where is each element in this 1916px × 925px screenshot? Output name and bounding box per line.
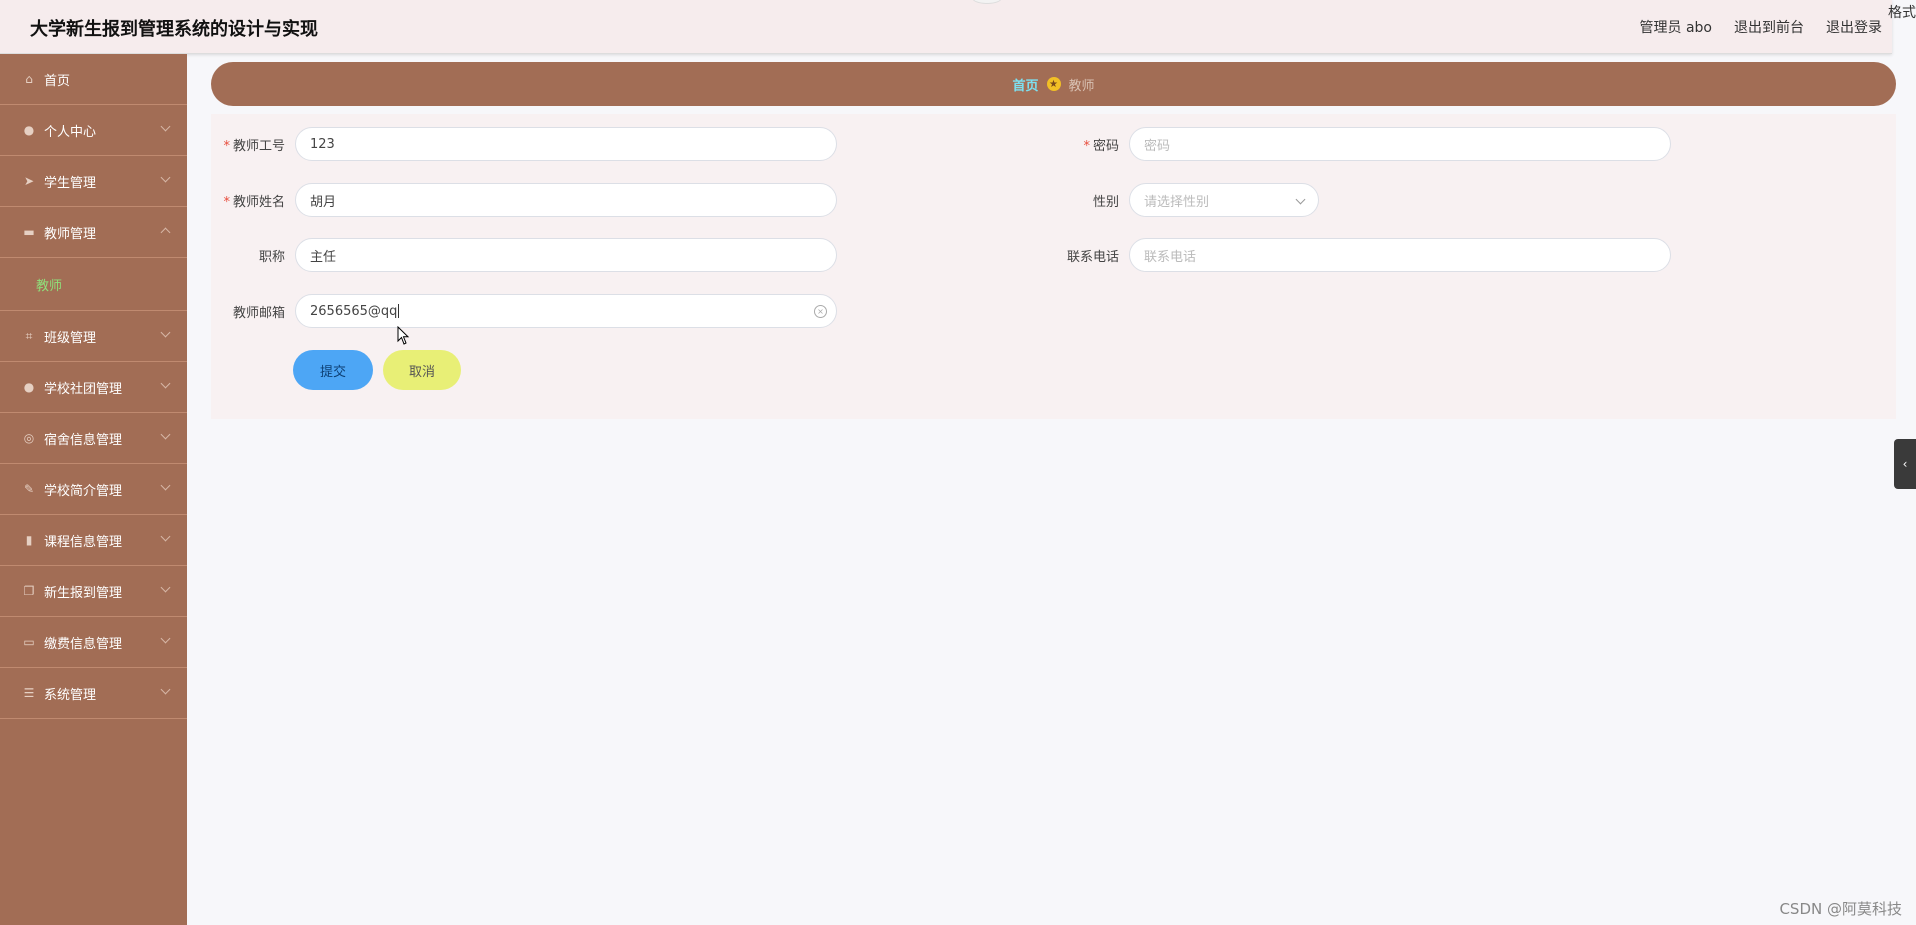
form-row-phone: 联系电话 联系电话 <box>1045 238 1671 272</box>
chevron-down-icon <box>160 172 171 183</box>
teacher-id-input[interactable]: 123 <box>295 127 837 161</box>
chevron-down-icon <box>160 429 171 440</box>
edge-text: 格式 <box>1888 5 1916 21</box>
chevron-down-icon <box>1295 194 1306 205</box>
gender-select-placeholder: 请选择性别 <box>1144 194 1210 210</box>
sidebar-item-label: 学校简介管理 <box>44 483 123 499</box>
sidebar-item-label: 学校社团管理 <box>44 381 123 397</box>
copy-icon: ❐ <box>23 584 35 598</box>
breadcrumb: 首页 ★ 教师 <box>211 62 1896 106</box>
sidebar: ⌂ 首页 ● 个人中心 ➤ 学生管理 ▬ 教师管理 教师 ⌗ 班级管理 ● 学校… <box>0 54 187 925</box>
title-label: 职称 <box>258 249 285 265</box>
top-bar: 大学新生报到管理系统的设计与实现 管理员 abo 退出到前台 退出登录 <box>0 0 1892 54</box>
top-indicator <box>972 0 1002 4</box>
sidebar-item-profile[interactable]: ● 个人中心 <box>0 105 187 156</box>
breadcrumb-current: 教师 <box>1068 78 1095 94</box>
compass-icon: ◎ <box>23 431 35 445</box>
send-icon: ➤ <box>23 174 35 188</box>
chevron-down-icon <box>160 684 171 695</box>
sidebar-item-label: 教师管理 <box>44 226 97 242</box>
form-row-password: * 密码 密码 <box>1045 127 1671 161</box>
chevron-down-icon <box>160 633 171 644</box>
sidebar-item-label: 学生管理 <box>44 175 97 191</box>
sidebar-item-label: 课程信息管理 <box>44 534 123 550</box>
sidebar-item-system[interactable]: ☰ 系统管理 <box>0 668 187 719</box>
password-input[interactable]: 密码 <box>1129 127 1671 161</box>
email-label: 教师邮箱 <box>232 305 285 321</box>
exit-to-front-link[interactable]: 退出到前台 <box>1734 17 1804 37</box>
sidebar-item-label: 首页 <box>44 73 71 89</box>
sidebar-item-students[interactable]: ➤ 学生管理 <box>0 156 187 207</box>
password-label: * 密码 <box>1083 138 1119 154</box>
user-icon: ● <box>23 123 35 137</box>
clear-icon[interactable]: × <box>814 305 827 318</box>
form-row-gender: 性别 请选择性别 <box>1045 183 1319 217</box>
gender-select[interactable]: 请选择性别 <box>1129 183 1319 217</box>
sidebar-item-fees[interactable]: ▭ 缴费信息管理 <box>0 617 187 668</box>
form-row-teacher-name: * 教师姓名 胡月 <box>211 183 837 217</box>
chevron-left-icon: ‹ <box>1902 457 1908 471</box>
submit-button[interactable]: 提交 <box>293 350 373 390</box>
cancel-button[interactable]: 取消 <box>383 350 461 390</box>
breadcrumb-home[interactable]: 首页 <box>1012 75 1038 94</box>
paint-icon: ✎ <box>23 482 35 496</box>
watermark: CSDN @阿莫科技 <box>1779 900 1902 918</box>
sidebar-item-label: 宿舍信息管理 <box>44 432 123 448</box>
teacher-id-label: * 教师工号 <box>223 138 285 154</box>
gender-label: 性别 <box>1092 194 1119 210</box>
sidebar-item-dorms[interactable]: ◎ 宿舍信息管理 <box>0 413 187 464</box>
sidebar-item-teachers[interactable]: ▬ 教师管理 <box>0 207 187 258</box>
chevron-down-icon <box>160 327 171 338</box>
title-input[interactable]: 主任 <box>295 238 837 272</box>
user-icon: ● <box>23 380 35 394</box>
app-title: 大学新生报到管理系统的设计与实现 <box>30 19 318 40</box>
panel-collapse-tab[interactable]: ‹ <box>1894 439 1916 489</box>
sidebar-item-label: 系统管理 <box>44 687 97 703</box>
star-icon: ★ <box>1046 77 1061 91</box>
monitor-icon: ▭ <box>23 635 35 649</box>
chevron-down-icon <box>160 378 171 389</box>
sidebar-item-courses[interactable]: ▮ 课程信息管理 <box>0 515 187 566</box>
form-row-email: 教师邮箱 2656565@qq × <box>211 294 837 328</box>
sidebar-item-clubs[interactable]: ● 学校社团管理 <box>0 362 187 413</box>
teacher-name-label: * 教师姓名 <box>223 194 285 210</box>
admin-username[interactable]: 管理员 abo <box>1640 17 1712 37</box>
teacher-form: * 教师工号 123 * 密码 密码 * 教师姓名 胡月 性别 请选择性别 职称 主任… <box>211 114 1896 419</box>
sidebar-item-classes[interactable]: ⌗ 班级管理 <box>0 311 187 362</box>
chevron-down-icon <box>160 582 171 593</box>
email-input[interactable]: 2656565@qq × <box>295 294 837 328</box>
sidebar-item-label: 新生报到管理 <box>44 585 123 601</box>
teacher-name-input[interactable]: 胡月 <box>295 183 837 217</box>
sidebar-item-label: 缴费信息管理 <box>44 636 123 652</box>
sidebar-subitem-teacher[interactable]: 教师 <box>0 258 187 311</box>
phone-input[interactable]: 联系电话 <box>1129 238 1671 272</box>
logout-link[interactable]: 退出登录 <box>1826 17 1882 37</box>
chevron-down-icon <box>160 531 171 542</box>
chevron-up-icon <box>160 227 171 238</box>
chevron-down-icon <box>160 480 171 491</box>
mouse-cursor-icon <box>397 326 410 345</box>
text-caret <box>398 304 400 318</box>
chevron-down-icon <box>160 121 171 132</box>
form-row-teacher-id: * 教师工号 123 <box>211 127 837 161</box>
email-input-value: 2656565@qq <box>310 303 398 319</box>
sidebar-item-registration[interactable]: ❐ 新生报到管理 <box>0 566 187 617</box>
crop-icon: ⌗ <box>25 328 33 343</box>
form-row-title: 职称 主任 <box>211 238 837 272</box>
sidebar-item-home[interactable]: ⌂ 首页 <box>0 54 187 105</box>
list-icon: ☰ <box>23 686 35 700</box>
ticket-icon: ▬ <box>23 225 35 239</box>
phone-label: 联系电话 <box>1066 249 1119 265</box>
sidebar-item-label: 班级管理 <box>44 330 97 346</box>
top-nav: 管理员 abo 退出到前台 退出登录 <box>1640 17 1882 37</box>
home-icon: ⌂ <box>25 72 33 86</box>
chart-icon: ▮ <box>25 533 33 547</box>
sidebar-item-label: 个人中心 <box>44 124 97 140</box>
sidebar-item-school-intro[interactable]: ✎ 学校简介管理 <box>0 464 187 515</box>
